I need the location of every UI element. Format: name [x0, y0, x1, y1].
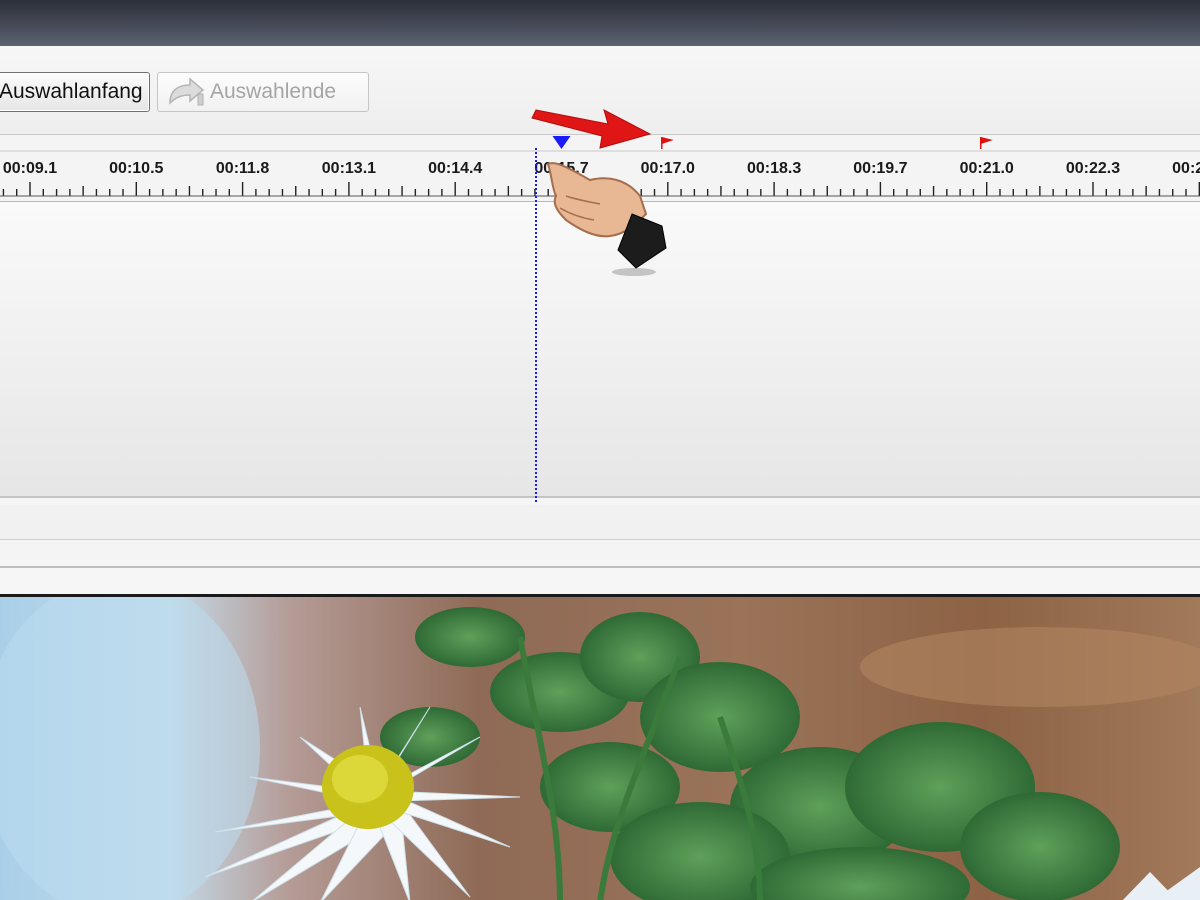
marker-flag-icon[interactable]: [661, 137, 674, 149]
audio-track-strip[interactable]: [0, 505, 1200, 540]
selection-start-label: Auswahlanfang: [0, 80, 143, 103]
ruler-time-label: 00:14.4: [428, 160, 482, 177]
ruler-time-label: 00:22.3: [1066, 160, 1120, 177]
selection-start-button[interactable]: Auswahlanfang: [0, 72, 150, 112]
video-frame-image: [0, 597, 1200, 900]
ruler-time-label: 00:11.8: [216, 160, 269, 177]
redo-arrow-icon: [166, 76, 206, 108]
ruler-time-label: 00:13.1: [322, 160, 376, 177]
ruler-time-label: 00:09.1: [3, 160, 57, 177]
ruler-time-label: 00:23.6: [1172, 160, 1200, 177]
window-titlebar: [0, 0, 1200, 46]
ruler-time-label: 00:21.0: [960, 160, 1014, 177]
ruler-time-label: 00:10.5: [109, 160, 163, 177]
marker-flag-icon[interactable]: [979, 137, 993, 149]
ruler-time-label: 00:18.3: [747, 160, 801, 177]
timeline-track[interactable]: [0, 202, 1200, 496]
video-preview: [0, 594, 1200, 900]
selection-end-button[interactable]: Auswahlende: [157, 72, 369, 112]
playhead-handle[interactable]: [552, 136, 571, 149]
timeline-scroll-strip[interactable]: [0, 540, 1200, 568]
status-strip: [0, 568, 1200, 594]
timeline-ruler[interactable]: 00:09.1 00:10.5 00:11.8 00:13.1 00:14.4 00:15…: [0, 135, 1200, 202]
ruler-time-label: 00:17.0: [641, 160, 695, 177]
ruler-time-label: 00:15.7: [534, 160, 588, 177]
ruler-scale: 00:09.1 00:10.5 00:11.8 00:13.1 00:14.4 00:15…: [0, 136, 1200, 197]
playhead-line: [535, 148, 537, 502]
selection-end-label: Auswahlende: [210, 80, 337, 103]
toolbar: Auswahlanfang Auswahlende: [0, 46, 1200, 134]
ruler-time-label: 00:19.7: [853, 160, 907, 177]
